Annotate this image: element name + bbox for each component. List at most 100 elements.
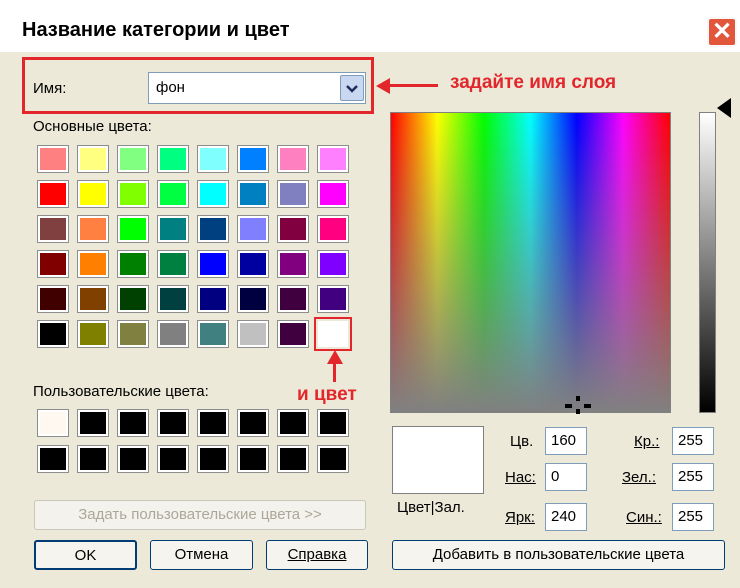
ok-button[interactable]: OK	[34, 540, 137, 570]
custom-color-swatch[interactable]	[237, 445, 269, 473]
basic-color-swatch[interactable]	[157, 145, 189, 173]
basic-color-swatch[interactable]	[317, 145, 349, 173]
green-label: Зел.:	[622, 469, 656, 486]
basic-color-swatch[interactable]	[117, 180, 149, 208]
name-hint-arrow	[386, 84, 438, 87]
basic-color-swatch[interactable]	[117, 320, 149, 348]
custom-color-swatch[interactable]	[37, 409, 69, 437]
basic-color-swatch[interactable]	[317, 215, 349, 243]
basic-color-swatch[interactable]	[37, 285, 69, 313]
basic-color-swatch[interactable]	[237, 250, 269, 278]
basic-color-swatch[interactable]	[237, 145, 269, 173]
basic-color-swatch[interactable]	[277, 250, 309, 278]
basic-color-swatch[interactable]	[197, 145, 229, 173]
custom-color-swatch[interactable]	[77, 409, 109, 437]
basic-color-swatch[interactable]	[117, 145, 149, 173]
name-label: Имя:	[33, 80, 67, 97]
basic-color-swatch[interactable]	[197, 285, 229, 313]
custom-color-swatch[interactable]	[317, 409, 349, 437]
color-hint-text: и цвет	[297, 384, 357, 405]
custom-color-swatch[interactable]	[197, 409, 229, 437]
basic-color-swatch[interactable]	[157, 285, 189, 313]
cancel-button[interactable]: Отмена	[150, 540, 253, 570]
basic-color-swatch[interactable]	[237, 320, 269, 348]
add-to-custom-colors-button[interactable]: Добавить в пользовательские цвета	[392, 540, 725, 570]
custom-color-swatch[interactable]	[37, 445, 69, 473]
basic-color-swatch[interactable]	[197, 250, 229, 278]
custom-color-swatch[interactable]	[237, 409, 269, 437]
basic-color-swatch[interactable]	[37, 215, 69, 243]
basic-color-swatch[interactable]	[237, 180, 269, 208]
basic-color-swatch[interactable]	[77, 145, 109, 173]
basic-color-swatch[interactable]	[197, 180, 229, 208]
hue-field[interactable]: 160	[545, 427, 587, 455]
basic-color-swatch[interactable]	[197, 215, 229, 243]
red-label: Кр.:	[634, 433, 660, 450]
color-hint-arrow	[333, 362, 336, 382]
custom-color-swatch[interactable]	[117, 445, 149, 473]
custom-color-swatch[interactable]	[157, 445, 189, 473]
basic-color-swatch[interactable]	[77, 285, 109, 313]
basic-color-swatch[interactable]	[317, 180, 349, 208]
basic-color-swatch[interactable]	[157, 320, 189, 348]
basic-color-swatch[interactable]	[37, 320, 69, 348]
basic-color-swatch[interactable]	[37, 145, 69, 173]
basic-color-swatch[interactable]	[277, 180, 309, 208]
saturation-field[interactable]: 0	[545, 463, 587, 491]
custom-color-swatch[interactable]	[77, 445, 109, 473]
basic-color-swatch[interactable]	[237, 215, 269, 243]
preview-label: Цвет|Зал.	[397, 499, 465, 516]
basic-color-swatch[interactable]	[317, 285, 349, 313]
basic-color-swatch[interactable]	[277, 145, 309, 173]
blue-label: Син.:	[626, 509, 662, 526]
green-field[interactable]: 255	[672, 463, 714, 491]
name-value: фон	[156, 79, 185, 96]
basic-color-swatch[interactable]	[277, 285, 309, 313]
luminance-slider-arrow-icon[interactable]	[717, 98, 731, 118]
custom-colors-label: Пользовательские цвета:	[33, 383, 209, 400]
basic-color-swatch[interactable]	[77, 320, 109, 348]
close-icon: ✕	[711, 18, 733, 45]
basic-color-swatch[interactable]	[157, 215, 189, 243]
saturation-label: Нас:	[505, 469, 536, 486]
basic-color-swatch[interactable]	[77, 250, 109, 278]
basic-color-swatch[interactable]	[77, 180, 109, 208]
custom-color-swatch[interactable]	[317, 445, 349, 473]
basic-color-swatch[interactable]	[277, 320, 309, 348]
basic-color-swatch[interactable]	[237, 285, 269, 313]
custom-color-swatch[interactable]	[157, 409, 189, 437]
define-custom-colors-button[interactable]: Задать пользовательские цвета >>	[34, 500, 366, 530]
basic-color-swatch[interactable]	[157, 180, 189, 208]
arrow-left-icon	[376, 78, 390, 94]
hue-label: Цв.	[510, 433, 534, 450]
dropdown-button[interactable]	[340, 75, 364, 101]
basic-color-swatch[interactable]	[314, 317, 352, 351]
crosshair-icon	[565, 396, 591, 414]
help-button[interactable]: Справка	[266, 540, 368, 570]
basic-colors-grid	[37, 145, 358, 356]
name-hint-text: задайте имя слоя	[450, 72, 617, 93]
basic-color-swatch[interactable]	[117, 285, 149, 313]
basic-color-swatch[interactable]	[77, 215, 109, 243]
red-field[interactable]: 255	[672, 427, 714, 455]
basic-color-swatch[interactable]	[37, 180, 69, 208]
chevron-down-icon	[346, 85, 358, 93]
color-spectrum[interactable]	[390, 112, 671, 413]
custom-color-swatch[interactable]	[117, 409, 149, 437]
luminance-bar[interactable]	[699, 112, 716, 413]
basic-color-swatch[interactable]	[117, 250, 149, 278]
basic-color-swatch[interactable]	[277, 215, 309, 243]
color-preview	[392, 426, 484, 494]
close-button[interactable]: ✕	[707, 17, 737, 47]
blue-field[interactable]: 255	[672, 503, 714, 531]
basic-color-swatch[interactable]	[157, 250, 189, 278]
basic-color-swatch[interactable]	[117, 215, 149, 243]
luminance-field[interactable]: 240	[545, 503, 587, 531]
custom-color-swatch[interactable]	[277, 409, 309, 437]
window-title: Название категории и цвет	[22, 19, 290, 41]
custom-color-swatch[interactable]	[197, 445, 229, 473]
custom-color-swatch[interactable]	[277, 445, 309, 473]
basic-color-swatch[interactable]	[317, 250, 349, 278]
basic-color-swatch[interactable]	[37, 250, 69, 278]
basic-color-swatch[interactable]	[197, 320, 229, 348]
